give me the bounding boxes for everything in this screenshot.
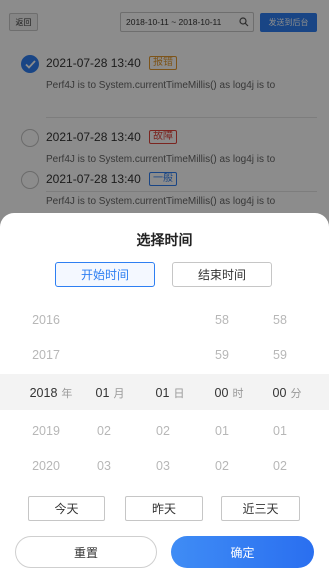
picker-year-option[interactable]: 2020 [32, 459, 60, 473]
reset-button[interactable]: 重置 [15, 536, 157, 568]
picker-month-value: 01 [95, 386, 110, 400]
minute-unit: 分 [290, 388, 302, 400]
confirm-button[interactable]: 确定 [171, 536, 314, 568]
picker-year-value: 2018 [29, 386, 58, 400]
picker-day-option[interactable]: 03 [156, 459, 170, 473]
picker-year-option[interactable]: 2016 [32, 313, 60, 327]
today-button[interactable]: 今天 [28, 496, 105, 521]
picker-month-option[interactable]: 02 [97, 424, 111, 438]
tab-start-time[interactable]: 开始时间 [55, 262, 155, 287]
sheet-title: 选择时间 [136, 232, 193, 248]
picker-minute-option[interactable]: 59 [273, 348, 287, 362]
picker-day-value: 01 [155, 386, 170, 400]
picker-month-option[interactable]: 03 [97, 459, 111, 473]
date-time-picker: 2016 2017 2018 年 2019 2020 01 月 02 03 01 日 … [0, 301, 329, 483]
hour-unit: 时 [232, 388, 244, 400]
picker-minute-option[interactable]: 02 [273, 459, 287, 473]
yesterday-button[interactable]: 昨天 [125, 496, 203, 521]
picker-minute-option[interactable]: 01 [273, 424, 287, 438]
picker-year-option[interactable]: 2017 [32, 348, 60, 362]
picker-month-selected[interactable]: 01 月 [96, 385, 125, 401]
picker-hour-value: 00 [214, 386, 229, 400]
picker-minute-option[interactable]: 58 [273, 313, 287, 327]
day-unit: 日 [173, 388, 185, 400]
year-unit: 年 [61, 388, 73, 400]
picker-hour-selected[interactable]: 00 时 [215, 385, 244, 401]
picker-hour-option[interactable]: 59 [215, 348, 229, 362]
tab-end-time[interactable]: 结束时间 [172, 262, 272, 287]
picker-minute-value: 00 [272, 386, 287, 400]
last-three-days-button[interactable]: 近三天 [221, 496, 300, 521]
picker-hour-option[interactable]: 02 [215, 459, 229, 473]
picker-hour-option[interactable]: 01 [215, 424, 229, 438]
picker-minute-selected[interactable]: 00 分 [273, 385, 302, 401]
picker-year-option[interactable]: 2019 [32, 424, 60, 438]
picker-year-selected[interactable]: 2018 年 [30, 385, 73, 401]
picker-hour-option[interactable]: 58 [215, 313, 229, 327]
picker-day-option[interactable]: 02 [156, 424, 170, 438]
picker-day-selected[interactable]: 01 日 [156, 385, 185, 401]
month-unit: 月 [113, 388, 125, 400]
time-picker-sheet: 选择时间 开始时间 结束时间 2016 2017 2018 年 2019 2020… [0, 213, 329, 580]
